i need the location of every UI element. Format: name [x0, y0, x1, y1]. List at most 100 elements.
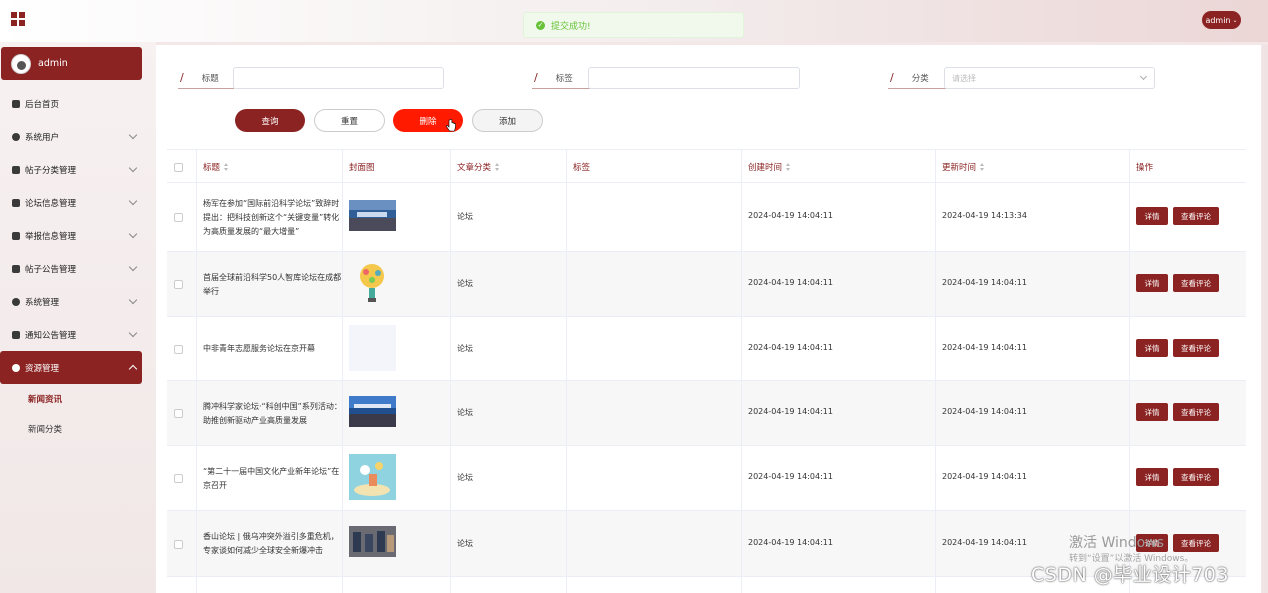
- title-filter-label: ∕ 标题: [178, 67, 234, 89]
- chevron-down-icon: [128, 295, 138, 305]
- grid-menu-icon[interactable]: [11, 12, 25, 26]
- column-divider: [566, 149, 567, 593]
- row-updated: 2024-04-19 14:04:11: [942, 538, 1027, 547]
- chevron-down-icon: ⌄: [1232, 16, 1238, 24]
- sidebar-item-label: 论坛信息管理: [25, 198, 77, 209]
- chevron-down-icon: [128, 196, 138, 206]
- detail-button[interactable]: 详情: [1136, 403, 1168, 421]
- dashboard-icon: [12, 231, 20, 240]
- sidebar-subitem-news-category[interactable]: 新闻分类: [0, 414, 156, 444]
- cover-image: [349, 526, 396, 557]
- sidebar-item-label: 资源管理: [25, 363, 60, 374]
- table-row: 首届全球前沿科学50人智库论坛在成都举行 论坛 2024-04-19 14:04…: [167, 252, 1246, 317]
- user-icon: [12, 132, 20, 141]
- row-category: 论坛: [457, 212, 473, 221]
- row-created: 2024-04-19 14:04:11: [748, 472, 833, 481]
- view-comments-button[interactable]: 查看评论: [1173, 534, 1219, 552]
- row-created: 2024-04-19 14:04:11: [748, 211, 833, 220]
- view-comments-button[interactable]: 查看评论: [1173, 274, 1219, 292]
- row-checkbox[interactable]: [174, 213, 183, 222]
- sidebar-item-label: 系统管理: [25, 297, 60, 308]
- row-checkbox[interactable]: [174, 280, 183, 289]
- user-menu-button[interactable]: admin ⌄: [1202, 11, 1241, 29]
- view-comments-button[interactable]: 查看评论: [1173, 339, 1219, 357]
- sidebar-item-report-info[interactable]: 举报信息管理: [0, 219, 156, 252]
- view-comments-button[interactable]: 查看评论: [1173, 207, 1219, 225]
- column-header-tags: 标签: [573, 163, 591, 173]
- sidebar-item-home[interactable]: 后台首页: [0, 87, 156, 120]
- pie-chart-icon: [12, 363, 20, 372]
- add-button[interactable]: 添加: [472, 109, 543, 132]
- sidebar-item-label: 通知公告管理: [25, 330, 77, 341]
- row-created: 2024-04-19 14:04:11: [748, 538, 833, 547]
- sort-icon[interactable]: [786, 163, 791, 171]
- sort-icon[interactable]: [980, 163, 985, 171]
- category-select[interactable]: 请选择: [944, 67, 1155, 89]
- user-menu-label: admin: [1205, 15, 1231, 25]
- chevron-down-icon: [128, 229, 138, 239]
- table-row: 中非青年志愿服务论坛在京开幕 论坛 2024-04-19 14:04:11 20…: [167, 317, 1246, 381]
- detail-button[interactable]: 详情: [1136, 339, 1168, 357]
- query-button[interactable]: 查询: [235, 109, 305, 132]
- sidebar-item-resources[interactable]: 资源管理: [0, 351, 142, 384]
- column-divider: [342, 149, 343, 593]
- sidebar-item-post-notice[interactable]: 帖子公告管理: [0, 252, 156, 285]
- table-row: “第二十一届中国文化产业新年论坛”在京召开 论坛 2024-04-19 14:0…: [167, 446, 1246, 511]
- row-title: 中非青年志愿服务论坛在京开幕: [203, 344, 315, 353]
- sidebar-item-system[interactable]: 系统管理: [0, 285, 156, 318]
- detail-button[interactable]: 详情: [1136, 468, 1168, 486]
- column-header-actions: 操作: [1136, 163, 1154, 173]
- quill-icon: ∕: [180, 71, 184, 84]
- column-divider: [1129, 149, 1130, 593]
- row-created: 2024-04-19 14:04:11: [748, 278, 833, 287]
- cover-image: [349, 325, 396, 371]
- row-title: 杨军在参加“国际前沿科学论坛”致辞时提出：把科技创新这个“关键变量”转化为高质量…: [203, 199, 340, 236]
- detail-button[interactable]: 详情: [1136, 207, 1168, 225]
- view-comments-button[interactable]: 查看评论: [1173, 403, 1219, 421]
- row-updated: 2024-04-19 14:04:11: [942, 278, 1027, 287]
- select-all-checkbox[interactable]: [174, 163, 183, 172]
- table-row: 腾冲科学家论坛·“科创中国”系列活动：助推创新驱动产业高质量发展 论坛 2024…: [167, 381, 1246, 446]
- column-divider: [450, 149, 451, 593]
- row-title: “第二十一届中国文化产业新年论坛”在京召开: [203, 466, 340, 490]
- view-comments-button[interactable]: 查看评论: [1173, 468, 1219, 486]
- page-scrollbar[interactable]: [1262, 45, 1268, 593]
- row-updated: 2024-04-19 14:04:11: [942, 343, 1027, 352]
- detail-button[interactable]: 详情: [1136, 274, 1168, 292]
- sort-icon[interactable]: [224, 163, 229, 171]
- column-header-created[interactable]: 创建时间: [748, 150, 791, 184]
- column-divider: [741, 149, 742, 593]
- row-checkbox[interactable]: [174, 474, 183, 483]
- hand-cursor-icon: [446, 119, 456, 132]
- check-circle-icon: ✓: [536, 20, 545, 30]
- row-updated: 2024-04-19 14:04:11: [942, 472, 1027, 481]
- sidebar-item-users[interactable]: 系统用户: [0, 120, 156, 153]
- sidebar-item-label: 举报信息管理: [25, 231, 77, 242]
- row-title: 首届全球前沿科学50人智库论坛在成都举行: [203, 272, 342, 296]
- sidebar-item-forum-info[interactable]: 论坛信息管理: [0, 186, 156, 219]
- column-header-title[interactable]: 标题: [203, 150, 229, 184]
- sort-icon[interactable]: [495, 163, 500, 171]
- cover-image: [349, 454, 396, 500]
- row-created: 2024-04-19 14:04:11: [748, 343, 833, 352]
- row-checkbox[interactable]: [174, 345, 183, 354]
- cover-image: [349, 396, 396, 427]
- home-icon: [12, 99, 20, 108]
- row-title: 香山论坛 | 俄乌冲突外溢引多重危机，专家谈如何减少全球安全新爆冲击: [203, 532, 339, 555]
- sidebar-item-post-category[interactable]: 帖子分类管理: [0, 153, 156, 186]
- sidebar-subitem-news[interactable]: 新闻资讯: [0, 384, 156, 414]
- sidebar-user-name: admin: [38, 58, 68, 69]
- row-checkbox[interactable]: [174, 409, 183, 418]
- dashboard-icon: [12, 165, 20, 174]
- column-header-updated[interactable]: 更新时间: [942, 150, 985, 184]
- tag-input[interactable]: [588, 67, 800, 89]
- column-header-category[interactable]: 文章分类: [457, 150, 500, 184]
- sidebar-item-announcement[interactable]: 通知公告管理: [0, 318, 156, 351]
- category-filter-label: ∕ 分类: [888, 67, 946, 89]
- title-input[interactable]: [233, 67, 444, 89]
- row-checkbox[interactable]: [174, 540, 183, 549]
- reset-button[interactable]: 重置: [314, 109, 385, 132]
- table-row: 杨军在参加“国际前沿科学论坛”致辞时提出：把科技创新这个“关键变量”转化为高质量…: [167, 183, 1246, 252]
- top-bar: ✓ 提交成功! admin ⌄: [0, 0, 1268, 42]
- document-icon: [12, 330, 20, 339]
